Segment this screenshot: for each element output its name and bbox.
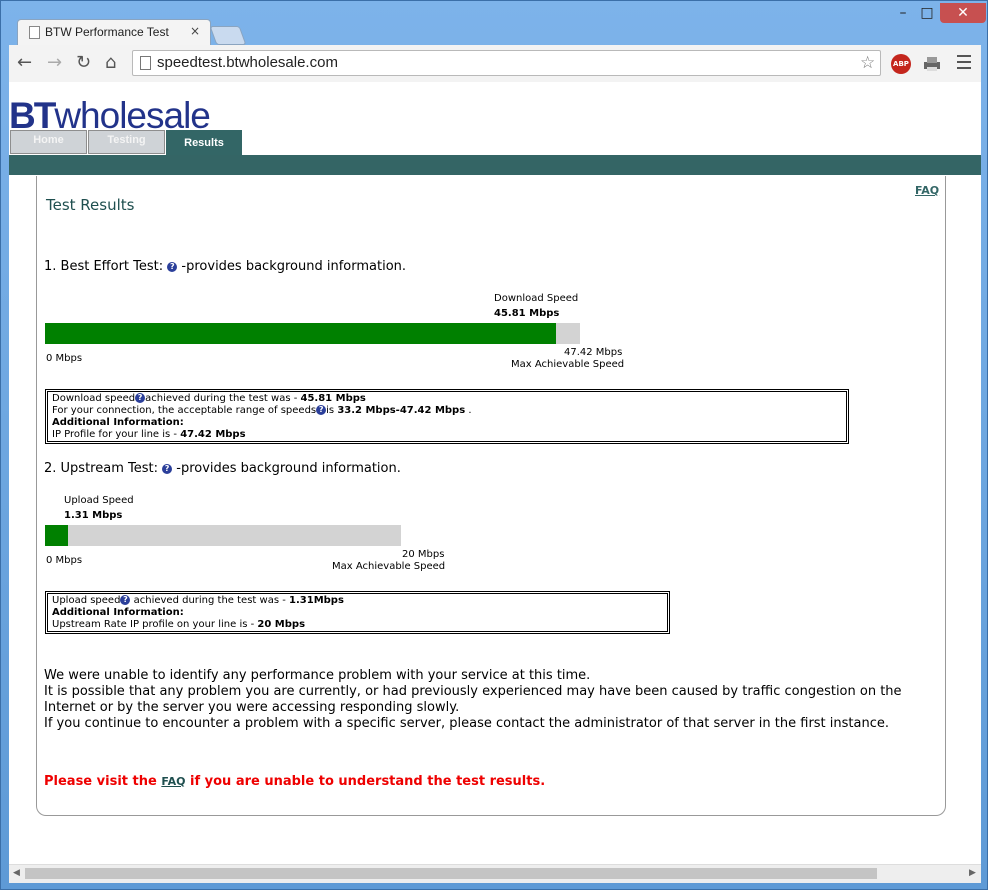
- star-icon[interactable]: ☆: [860, 53, 875, 73]
- home-icon[interactable]: ⌂: [105, 53, 116, 73]
- faq-notice: Please visit the FAQ if you are unable t…: [44, 774, 546, 789]
- tab-title: BTW Performance Test: [45, 25, 169, 39]
- tab-close-icon[interactable]: ×: [190, 24, 200, 38]
- maximize-button[interactable]: □: [915, 3, 939, 23]
- upload-speed-bar-fill: [45, 525, 69, 546]
- nav-tab-testing[interactable]: Testing: [88, 130, 165, 154]
- adblock-icon[interactable]: ABP: [891, 54, 911, 74]
- upload-info-box: Upload speed? achieved during the test w…: [45, 591, 670, 634]
- download-info-box: Download speed? achieved during the test …: [45, 389, 849, 444]
- message-line: Internet or by the server you were acces…: [44, 700, 460, 715]
- page-icon: [29, 26, 40, 39]
- scrollbar-thumb[interactable]: [25, 868, 877, 879]
- reload-icon[interactable]: ↻: [76, 53, 91, 73]
- faq-inline-link[interactable]: FAQ: [161, 775, 185, 788]
- address-bar[interactable]: speedtest.btwholesale.com ☆: [132, 50, 881, 76]
- upstream-title: 2. Upstream Test: ? -provides background…: [44, 461, 401, 476]
- page-icon: [140, 56, 151, 70]
- message-line: We were unable to identify any performan…: [44, 668, 591, 683]
- upload-speed-bar: [45, 525, 401, 546]
- page-viewport: BTwholesale Home Testing Results FAQ Tes…: [9, 82, 981, 864]
- download-speed-bar: [45, 323, 580, 344]
- question-icon[interactable]: ?: [135, 393, 146, 403]
- download-speed-bar-fill: [45, 323, 556, 344]
- printer-icon[interactable]: [923, 56, 941, 72]
- upload-speed-value: 1.31 Mbps: [64, 510, 123, 521]
- minimize-button[interactable]: –: [891, 3, 915, 23]
- question-icon[interactable]: ?: [120, 595, 131, 605]
- browser-window: BTW Performance Test × – □ ✕ ← → ↻ ⌂ spe…: [0, 0, 988, 890]
- upload-max-caption: Max Achievable Speed: [332, 561, 446, 572]
- url-text[interactable]: speedtest.btwholesale.com: [157, 54, 338, 71]
- upload-max-value: 20 Mbps: [402, 549, 445, 560]
- question-icon[interactable]: ?: [316, 405, 327, 415]
- horizontal-scrollbar[interactable]: ◀ ▶: [9, 864, 981, 883]
- header-band: [9, 155, 981, 175]
- scroll-right-icon[interactable]: ▶: [969, 868, 976, 878]
- download-speed-caption: Download Speed: [494, 293, 579, 304]
- best-effort-title: 1. Best Effort Test: ? -provides backgro…: [44, 259, 407, 274]
- download-min-label: 0 Mbps: [46, 353, 83, 364]
- nav-tab-results[interactable]: Results: [166, 130, 242, 155]
- browser-tab[interactable]: BTW Performance Test ×: [17, 19, 211, 45]
- arrow-right-icon[interactable]: →: [47, 53, 62, 73]
- page-title: Test Results: [46, 196, 135, 214]
- arrow-left-icon[interactable]: ←: [17, 53, 32, 73]
- question-icon[interactable]: ?: [167, 261, 178, 272]
- nav-tab-home[interactable]: Home: [10, 130, 87, 154]
- close-window-button[interactable]: ✕: [940, 3, 986, 23]
- scroll-left-icon[interactable]: ◀: [13, 868, 20, 878]
- upload-speed-caption: Upload Speed: [64, 495, 134, 506]
- download-speed-value: 45.81 Mbps: [494, 308, 560, 319]
- upload-min-label: 0 Mbps: [46, 555, 83, 566]
- message-line: If you continue to encounter a problem w…: [44, 716, 889, 731]
- browser-toolbar: ← → ↻ ⌂ speedtest.btwholesale.com ☆ ABP: [9, 45, 981, 83]
- hamburger-icon[interactable]: [957, 55, 971, 73]
- question-icon[interactable]: ?: [162, 463, 173, 474]
- new-tab-button[interactable]: [209, 26, 247, 45]
- download-max-caption: Max Achievable Speed: [511, 359, 625, 370]
- message-line: It is possible that any problem you are …: [44, 684, 902, 699]
- download-max-value: 47.42 Mbps: [564, 347, 623, 358]
- result-message: We were unable to identify any performan…: [44, 668, 934, 732]
- faq-link[interactable]: FAQ: [915, 184, 939, 197]
